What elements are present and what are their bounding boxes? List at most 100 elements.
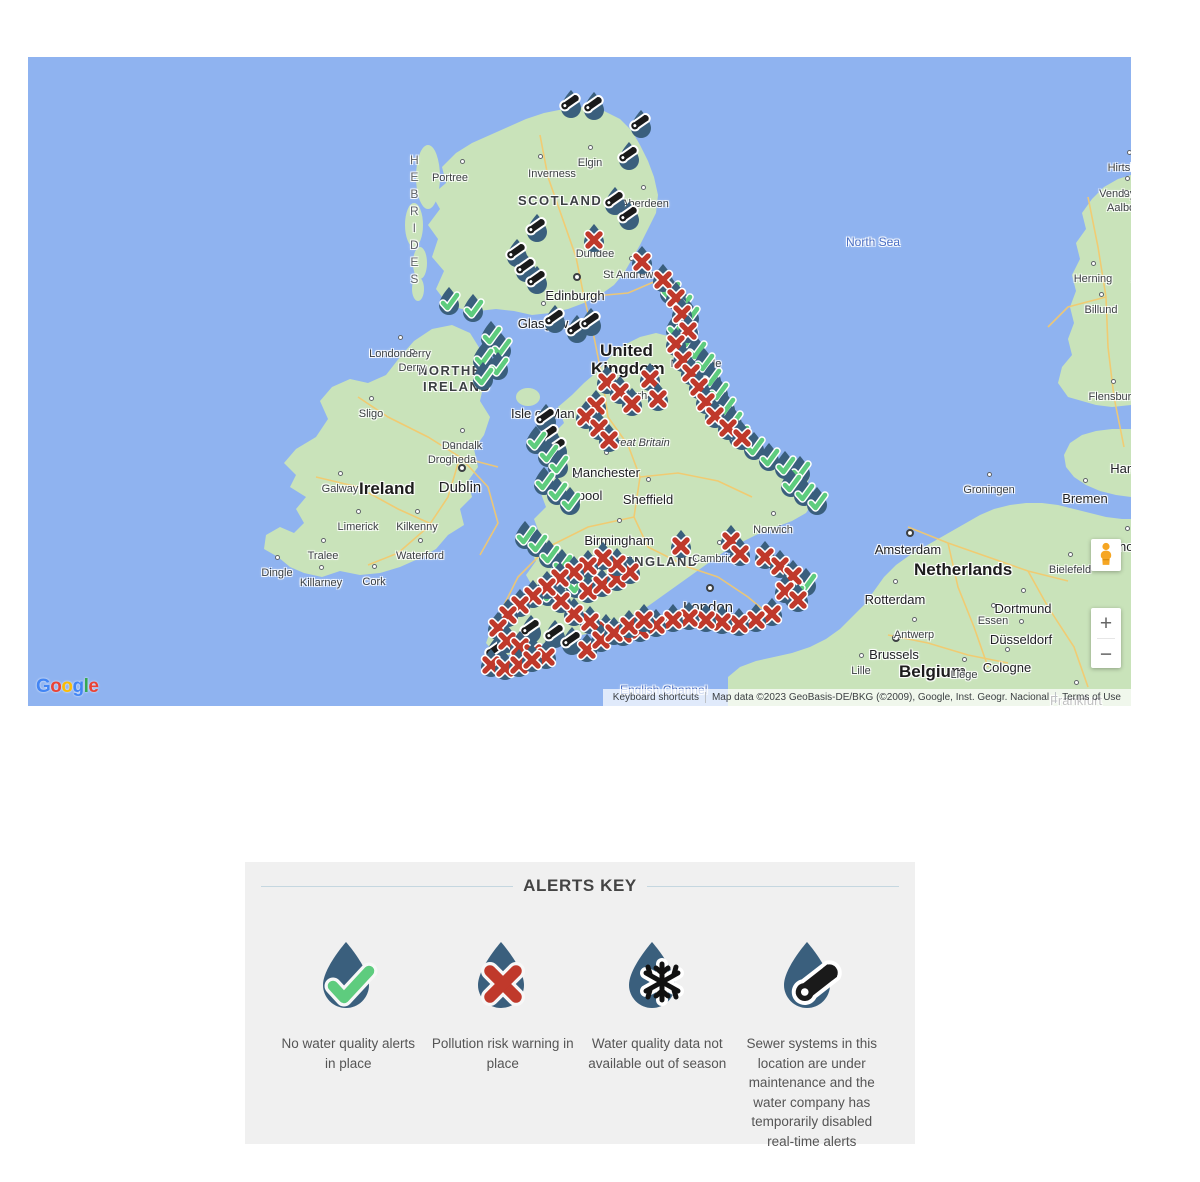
city-dot-antwerp	[912, 617, 917, 622]
droplet-snowflake-icon	[622, 940, 692, 1014]
city-dot-dingle	[275, 555, 280, 560]
google-logo-letter: G	[36, 676, 51, 697]
region-label-hebrides: HEBRIDES	[410, 152, 421, 288]
city-dot-herning	[1091, 261, 1096, 266]
map-attribution-bar: Keyboard shortcuts Map data ©2023 GeoBas…	[602, 689, 1131, 706]
city-dot-birmingham	[617, 518, 622, 523]
alerts-key-header: ALERTS KEY	[245, 862, 915, 896]
marker-pollution-cross-23[interactable]	[668, 529, 694, 559]
city-dot-edinburgh	[573, 273, 581, 281]
marker-pollution-cross-21[interactable]	[596, 423, 622, 453]
city-dot-limerick	[356, 509, 361, 514]
google-logo: Google	[36, 676, 99, 698]
marker-no-alert-check-12[interactable]	[557, 486, 583, 516]
alerts-key-label-1: Pollution risk warning in place	[431, 1036, 574, 1071]
city-dot-sligo	[369, 396, 374, 401]
zoom-in-button[interactable]: +	[1091, 608, 1121, 638]
marker-no-alert-check-0[interactable]	[436, 286, 462, 316]
city-dot-norwich	[771, 511, 776, 516]
hebrides-letter: D	[410, 238, 421, 252]
keyboard-shortcuts-link[interactable]: Keyboard shortcuts	[607, 692, 705, 703]
city-dot-lille	[859, 653, 864, 658]
city-dot-bielefeld	[1068, 552, 1073, 557]
city-dot-cork	[372, 564, 377, 569]
droplet-wrench-icon	[777, 940, 847, 1014]
marker-pollution-cross-22[interactable]	[645, 382, 671, 412]
city-dot-elgin	[588, 145, 593, 150]
city-dot-cologne	[1005, 647, 1010, 652]
marker-maintenance-wrench-2[interactable]	[628, 109, 654, 139]
hebrides-letter: R	[410, 204, 421, 218]
city-dot-london	[706, 584, 714, 592]
terms-of-use-link[interactable]: Terms of Use	[1056, 692, 1127, 703]
city-dot-killarney	[319, 565, 324, 570]
city-dot-bremen	[1083, 478, 1088, 483]
city-dot-brussels	[892, 634, 900, 642]
marker-maintenance-wrench-9[interactable]	[524, 265, 550, 295]
pegman-street-view-button[interactable]	[1091, 539, 1121, 571]
hebrides-letter: H	[410, 153, 421, 167]
city-dot-sheffield	[646, 477, 651, 482]
city-dot-aalborg	[1124, 190, 1129, 195]
marker-no-alert-check-1[interactable]	[460, 293, 486, 323]
google-logo-letter: e	[88, 676, 99, 697]
city-dot-flensburg	[1111, 379, 1116, 384]
hebrides-letter: I	[412, 221, 418, 235]
marker-pollution-cross-25[interactable]	[727, 537, 753, 567]
city-dot-amsterdam	[906, 529, 914, 537]
marker-maintenance-wrench-1[interactable]	[581, 91, 607, 121]
city-dot-dundalk	[460, 428, 465, 433]
marker-no-alert-check-37[interactable]	[804, 486, 830, 516]
zoom-controls[interactable]: + −	[1091, 608, 1121, 668]
alerts-key-item-2: Water quality data not available out of …	[580, 940, 735, 1151]
marker-pollution-cross-0[interactable]	[581, 223, 607, 253]
city-dot-galway	[338, 471, 343, 476]
city-dot-tralee	[321, 538, 326, 543]
city-dot-rotterdam	[893, 579, 898, 584]
droplet-cross-icon	[468, 940, 538, 1014]
marker-pollution-cross-13[interactable]	[729, 421, 755, 451]
marker-pollution-cross-71[interactable]	[631, 603, 657, 633]
city-dot-düsseldorf	[1019, 619, 1024, 624]
alerts-key-label-2: Water quality data not available out of …	[588, 1036, 727, 1071]
city-dot-billund	[1099, 292, 1104, 297]
city-dot-vendsyssel	[1125, 176, 1130, 181]
google-logo-letter: o	[50, 676, 62, 697]
city-dot-hirtshals	[1127, 150, 1131, 155]
city-dot-inverness	[538, 154, 543, 159]
google-logo-letter: o	[61, 676, 73, 697]
hebrides-letter: B	[410, 187, 421, 201]
city-dot-kilkenny	[415, 509, 420, 514]
marker-pollution-cross-30[interactable]	[785, 583, 811, 613]
city-dot-londonderry	[398, 335, 403, 340]
city-dot-frankfurt	[1074, 680, 1079, 685]
city-dot-waterford	[418, 538, 423, 543]
city-dot-liverpool	[574, 473, 579, 478]
hebrides-letter: S	[410, 272, 421, 286]
alerts-key-item-0: No water quality alerts in place	[271, 940, 426, 1151]
header-rule-left	[261, 885, 514, 887]
pegman-icon	[1100, 542, 1112, 565]
marker-maintenance-wrench-12[interactable]	[578, 307, 604, 337]
zoom-out-button[interactable]: −	[1091, 639, 1121, 669]
google-map[interactable]: North Sea English Channel Celtic Sea HEB…	[28, 57, 1131, 706]
hebrides-letter: E	[410, 170, 421, 184]
city-dot-dortmund	[1021, 588, 1026, 593]
alerts-key-label-3: Sewer systems in this location are under…	[746, 1036, 878, 1149]
alerts-key-label-0: No water quality alerts in place	[281, 1036, 416, 1071]
city-dot-aberdeen	[641, 185, 646, 190]
header-rule-right	[646, 885, 899, 887]
city-dot-derry	[410, 349, 415, 354]
droplet-check-icon	[313, 940, 383, 1014]
city-dot-drogheda	[450, 442, 455, 447]
marker-no-alert-check-6[interactable]	[470, 361, 496, 391]
marker-pollution-cross-66[interactable]	[519, 643, 545, 673]
city-dot-portree	[460, 159, 465, 164]
city-dot-essen	[991, 603, 996, 608]
alerts-key-item-3: Sewer systems in this location are under…	[735, 940, 890, 1151]
marker-maintenance-wrench-5[interactable]	[616, 201, 642, 231]
alerts-key-panel: ALERTS KEY No water quality alerts in pl…	[245, 862, 915, 1149]
marker-maintenance-wrench-3[interactable]	[616, 141, 642, 171]
alerts-key-items: No water quality alerts in place Pollutio…	[245, 896, 915, 1151]
hebrides-letter: E	[410, 255, 421, 269]
